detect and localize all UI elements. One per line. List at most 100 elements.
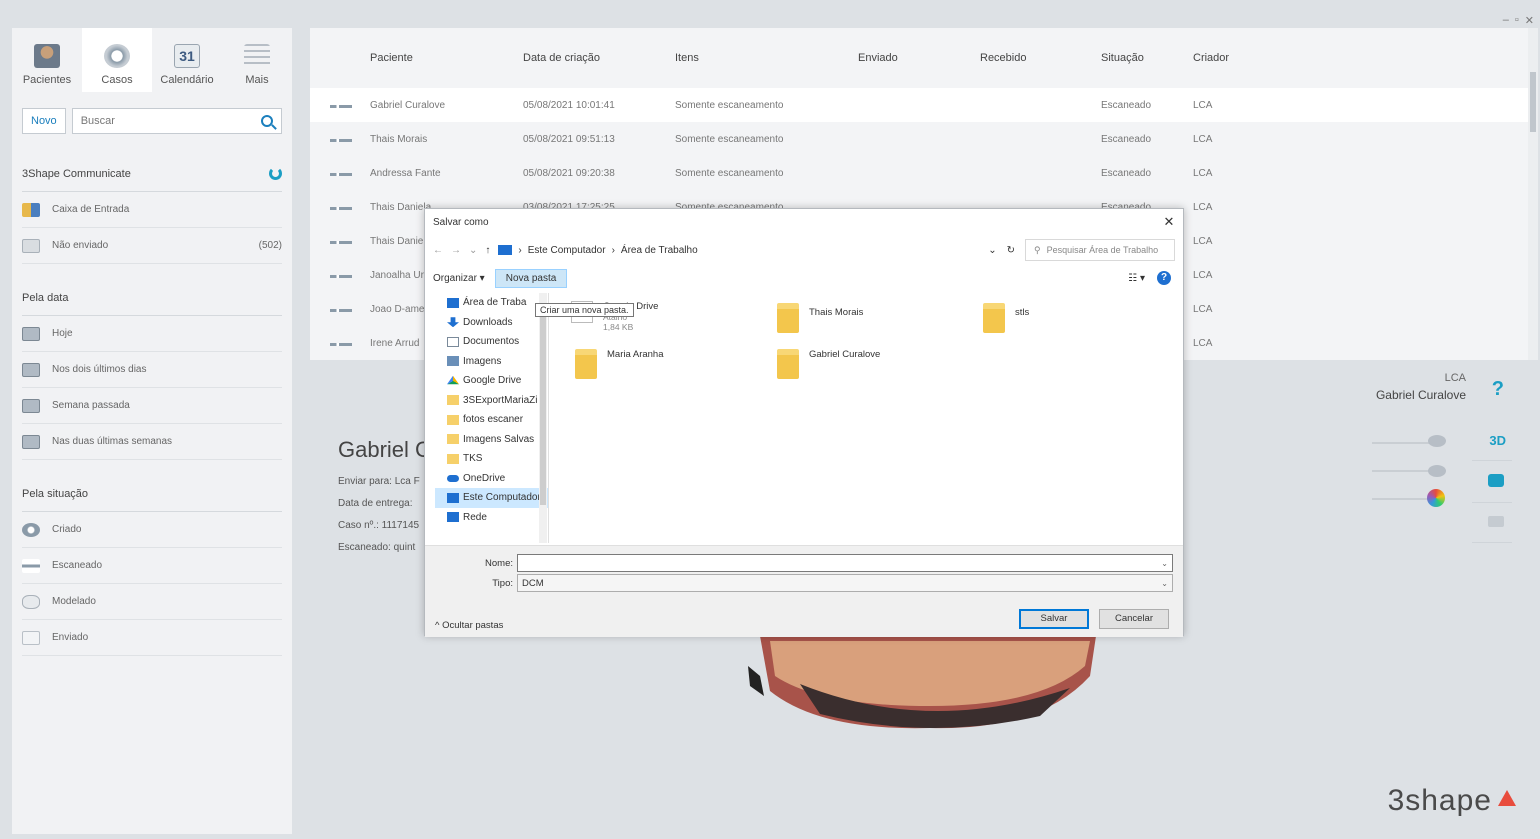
breadcrumb-item[interactable]: Este Computador	[528, 245, 606, 256]
list-item-date[interactable]: Nas duas últimas semanas	[22, 424, 282, 460]
sent-icon	[22, 630, 40, 645]
lower-jaw-icon[interactable]	[1428, 465, 1446, 477]
dialog-search-input[interactable]: ⚲ Pesquisar Área de Trabalho	[1025, 239, 1175, 261]
nav-pane-item[interactable]: Imagens Salvas	[435, 430, 548, 450]
table-cell-itens: Somente escaneamento	[675, 99, 784, 111]
search-input[interactable]: Buscar	[71, 108, 282, 134]
camera-icon[interactable]	[1488, 474, 1504, 487]
calendar-icon	[22, 398, 40, 413]
nav-pane-item[interactable]: Imagens	[435, 352, 548, 372]
nav-label: Pacientes	[22, 74, 72, 86]
dental-scan-3d[interactable]	[740, 636, 1116, 736]
list-item-status[interactable]: Escaneado	[22, 548, 282, 584]
col-header[interactable]: Itens	[675, 52, 858, 64]
chevron-down-icon[interactable]: ⌄	[988, 245, 996, 256]
close-window-button[interactable]: ✕	[1525, 14, 1534, 27]
cancel-button[interactable]: Cancelar	[1099, 609, 1169, 629]
view-3d-button[interactable]: 3D	[1489, 433, 1506, 448]
nav-pane-item[interactable]: 3SExportMariaZi	[435, 391, 548, 411]
new-folder-button[interactable]: Nova pasta	[494, 268, 568, 288]
nav-casos[interactable]: Casos	[82, 28, 152, 92]
organize-button[interactable]: Organizar ▾	[433, 273, 485, 284]
nav-pane-item[interactable]: fotos escaner	[435, 410, 548, 430]
color-wheel-icon[interactable]	[1427, 489, 1445, 507]
table-scrollbar[interactable]	[1528, 28, 1538, 360]
save-button[interactable]: Salvar	[1019, 609, 1089, 629]
upper-jaw-icon[interactable]	[1428, 435, 1446, 447]
list-item-date[interactable]: Nos dois últimos dias	[22, 352, 282, 388]
nav-pane-item[interactable]: OneDrive	[435, 469, 548, 489]
divider	[1472, 542, 1512, 543]
nav-pane-item[interactable]: Rede	[435, 508, 548, 528]
help-icon[interactable]: ?	[1492, 378, 1504, 401]
close-icon[interactable]: ✕	[1155, 214, 1183, 230]
col-header[interactable]: Paciente	[370, 52, 523, 64]
list-item-status[interactable]: Enviado	[22, 620, 282, 656]
table-row[interactable]: Andressa Fante 05/08/2021 09:20:38 Somente…	[310, 156, 1528, 190]
help-icon[interactable]: ?	[1157, 271, 1171, 285]
restore-button[interactable]: ▫	[1515, 14, 1519, 27]
col-header[interactable]: Enviado	[858, 52, 980, 64]
address-bar: ← → ⌄ ↑ › Este Computador › Área de Trab…	[425, 235, 1183, 265]
scanned-icon	[330, 138, 352, 142]
list-item-date[interactable]: Semana passada	[22, 388, 282, 424]
send-to: Enviar para: Lca F	[338, 476, 420, 487]
scroll-thumb[interactable]	[540, 305, 546, 505]
nav-pane-label: Área de Traba	[463, 297, 527, 309]
minimize-button[interactable]: –	[1503, 14, 1509, 27]
folder-item[interactable]: stls	[983, 303, 1029, 333]
folder-item[interactable]: Gabriel Curalove	[777, 349, 880, 379]
search-icon[interactable]	[261, 115, 273, 127]
nav-pane-label: Imagens Salvas	[463, 433, 535, 445]
chevron-down-icon[interactable]: ⌄	[1161, 559, 1168, 568]
col-header[interactable]: Data de criação	[523, 52, 675, 64]
breadcrumb-item[interactable]: Área de Trabalho	[621, 245, 698, 256]
chevron-down-icon[interactable]: ⌄	[469, 245, 477, 256]
nav-pane-item[interactable]: Downloads	[435, 313, 548, 333]
list-item-status[interactable]: Modelado	[22, 584, 282, 620]
col-header[interactable]: Criador	[1193, 52, 1273, 64]
desktop-icon	[447, 297, 459, 308]
dialog-toolbar: Organizar ▾ Nova pasta ☷ ▾ ?	[425, 265, 1183, 291]
tooltip: Criar uma nova pasta.	[535, 303, 634, 317]
nav-pane-item[interactable]: TKS	[435, 449, 548, 469]
table-cell-paciente: Gabriel Curalove	[370, 99, 446, 111]
video-icon[interactable]	[1488, 516, 1504, 527]
hide-folders-toggle[interactable]: ^ Ocultar pastas	[435, 620, 503, 631]
nav-mais[interactable]: Mais	[222, 28, 292, 92]
scroll-thumb[interactable]	[1530, 72, 1536, 132]
refresh-icon[interactable]: ↻	[1007, 245, 1015, 256]
item-label: Não enviado	[52, 240, 109, 251]
nav-pacientes[interactable]: Pacientes	[12, 28, 82, 92]
list-item-status[interactable]: Criado	[22, 512, 282, 548]
list-item-date[interactable]: Hoje	[22, 316, 282, 352]
forward-arrow-icon[interactable]: →	[451, 245, 461, 256]
nav-pane-item[interactable]: Google Drive	[435, 371, 548, 391]
list-item-inbox[interactable]: Caixa de Entrada	[22, 192, 282, 228]
filename-input[interactable]: ⌄	[517, 554, 1173, 572]
breadcrumb[interactable]: › Este Computador › Área de Trabalho	[498, 245, 698, 256]
nav-calendario[interactable]: 31 Calendário	[152, 28, 222, 92]
item-label: Nas duas últimas semanas	[52, 436, 173, 447]
table-row[interactable]: Gabriel Curalove 05/08/2021 10:01:41 Somen…	[310, 88, 1528, 122]
table-cell-criador: LCA	[1193, 269, 1213, 281]
col-header[interactable]: Recebido	[980, 52, 1101, 64]
name-label: Nome:	[485, 557, 513, 569]
divider	[1472, 460, 1512, 461]
new-case-button[interactable]: Novo	[22, 108, 66, 134]
list-item-not-sent[interactable]: Não enviado (502)	[22, 228, 282, 264]
nav-pane-item[interactable]: Área de Traba	[435, 293, 548, 313]
folder-item[interactable]: Maria Aranha	[575, 349, 664, 379]
table-row[interactable]: Thais Morais 05/08/2021 09:51:13 Somente e…	[310, 122, 1528, 156]
back-arrow-icon[interactable]: ←	[433, 245, 443, 256]
nav-pane-item[interactable]: Este Computador	[435, 488, 548, 508]
chevron-down-icon[interactable]: ⌄	[1161, 579, 1168, 588]
nav-scrollbar[interactable]	[539, 293, 547, 543]
col-header[interactable]: Situação	[1101, 52, 1193, 64]
view-options-icon[interactable]: ☷ ▾	[1128, 273, 1145, 284]
folder-item[interactable]: Thais Morais	[777, 303, 863, 333]
filetype-select[interactable]: DCM ⌄	[517, 574, 1173, 592]
refresh-icon[interactable]	[269, 167, 282, 180]
up-arrow-icon[interactable]: ↑	[485, 245, 490, 256]
nav-pane-item[interactable]: Documentos	[435, 332, 548, 352]
